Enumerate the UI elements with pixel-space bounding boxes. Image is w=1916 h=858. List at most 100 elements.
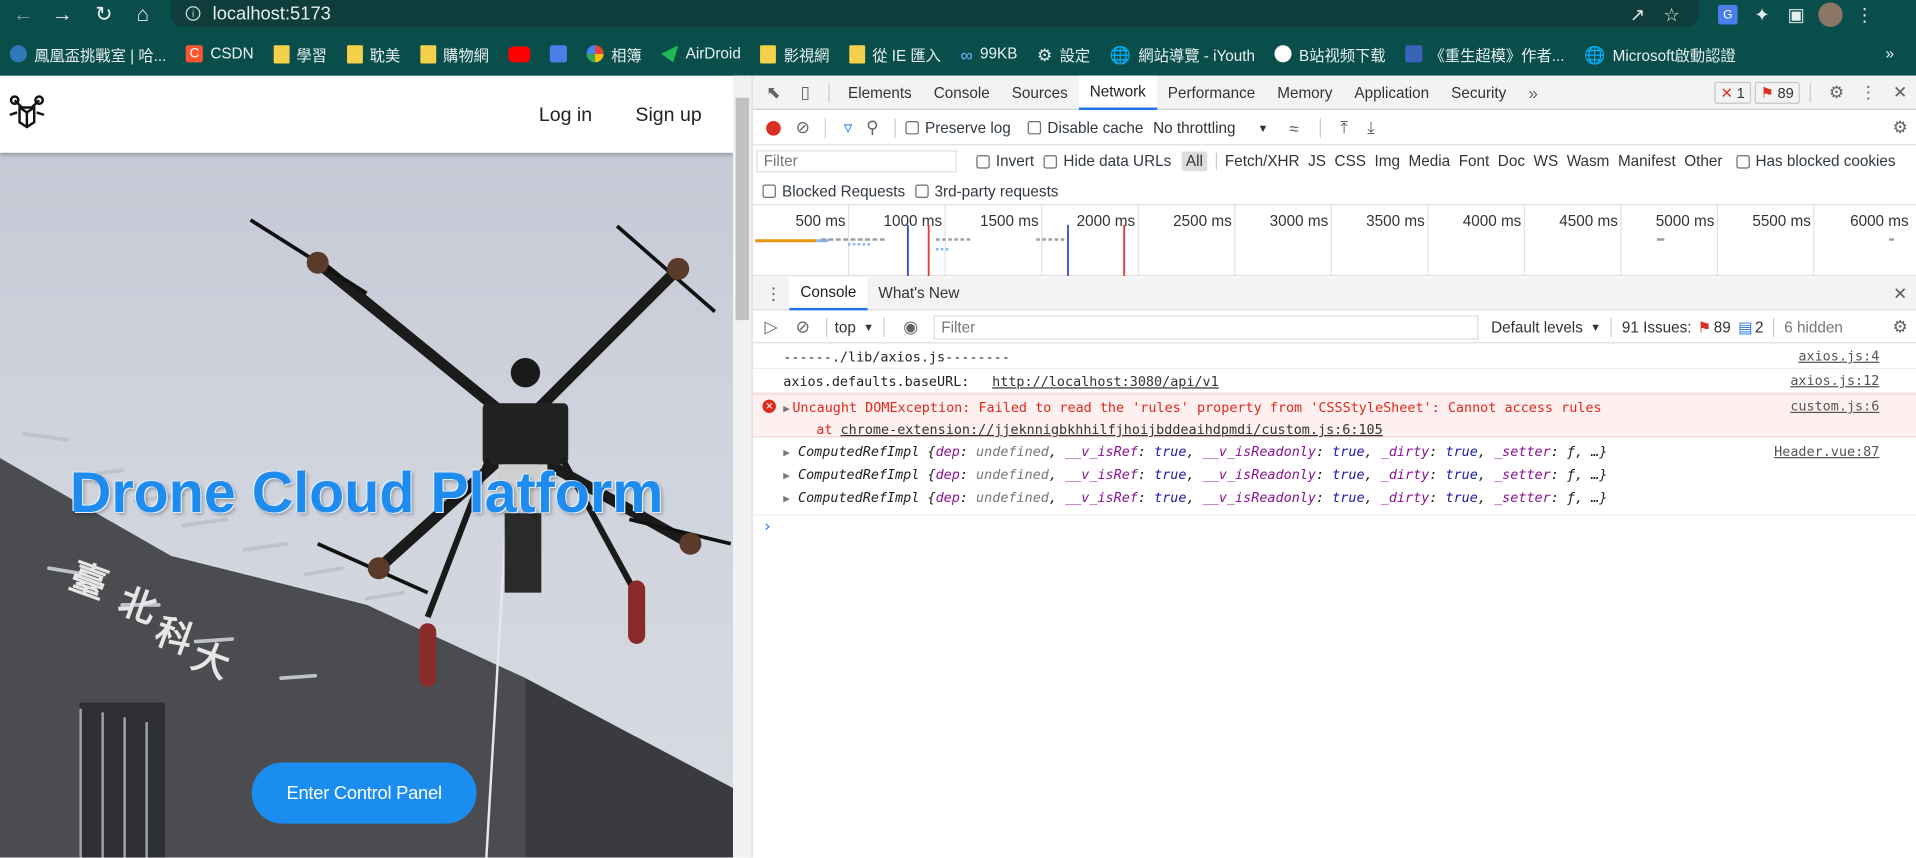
bookmark-item[interactable]: AirDroid [651, 40, 750, 67]
clear-icon[interactable]: ⊘ [791, 112, 815, 144]
expand-triangle-icon[interactable]: ▶ [783, 403, 790, 415]
more-tabs-icon[interactable]: » [1517, 76, 1549, 108]
error-count-badge[interactable]: ✕ 1 [1714, 81, 1751, 104]
tab-performance[interactable]: Performance [1157, 75, 1266, 109]
filter-icon[interactable]: ▿ [836, 112, 860, 144]
source-link[interactable]: Header.vue:87 [1774, 441, 1879, 462]
search-icon[interactable]: ⚲ [860, 112, 884, 144]
bookmark-item[interactable]: 🌐 網站導覽 - iYouth [1100, 40, 1265, 67]
console-filter-input[interactable]: Filter [933, 314, 1479, 340]
throttling-select[interactable]: No throttling ▼ [1153, 119, 1268, 136]
source-link[interactable]: axios.js:4 [1798, 346, 1879, 367]
translate-bookmark[interactable] [540, 40, 577, 67]
context-select[interactable]: top ▼ [835, 318, 874, 335]
disable-cache-checkbox[interactable]: Disable cache [1027, 119, 1143, 136]
invert-checkbox[interactable]: Invert [976, 153, 1034, 170]
console-prompt[interactable]: › [753, 516, 1916, 543]
log-levels-select[interactable]: Default levels ▼ [1491, 318, 1601, 335]
type-filter-fetch[interactable]: Fetch/XHR [1225, 153, 1300, 170]
source-link[interactable]: custom.js:6 [1790, 396, 1879, 417]
type-filter-font[interactable]: Font [1459, 153, 1490, 170]
bookmark-folder[interactable]: 學習 [263, 40, 336, 67]
device-toolbar-icon[interactable]: ▯ [789, 76, 821, 108]
console-settings-icon[interactable]: ⚙ [1884, 311, 1916, 343]
drone-logo-icon[interactable] [7, 93, 46, 132]
third-party-checkbox[interactable]: 3rd-party requests [914, 183, 1058, 200]
type-filter-other[interactable]: Other [1684, 153, 1722, 170]
drawer-tab-console[interactable]: Console [789, 276, 868, 310]
tab-elements[interactable]: Elements [837, 75, 923, 109]
tab-network[interactable]: Network [1078, 75, 1157, 110]
back-button[interactable]: ← [7, 0, 39, 29]
network-settings-icon[interactable]: ⚙ [1884, 112, 1916, 144]
issues-count-badge[interactable]: ⚑ 89 [1754, 81, 1800, 104]
devtools-menu-icon[interactable]: ⋮ [1852, 76, 1884, 108]
network-filter-input[interactable]: Filter [756, 150, 957, 173]
settings-gear-icon[interactable]: ⚙ [1821, 76, 1853, 108]
hide-data-urls-checkbox[interactable]: Hide data URLs [1043, 153, 1171, 170]
blocked-requests-checkbox[interactable]: Blocked Requests [762, 183, 905, 200]
star-icon[interactable]: ☆ [1655, 1, 1689, 28]
enter-control-panel-button[interactable]: Enter Control Panel [251, 762, 477, 824]
preserve-log-checkbox[interactable]: Preserve log [905, 119, 1011, 136]
has-blocked-cookies-checkbox[interactable]: Has blocked cookies [1735, 153, 1896, 170]
bookmark-item[interactable]: ⚙ 設定 [1027, 40, 1100, 67]
home-button[interactable]: ⌂ [127, 0, 159, 29]
type-filter-doc[interactable]: Doc [1498, 153, 1525, 170]
type-filter-manifest[interactable]: Manifest [1618, 153, 1676, 170]
tab-security[interactable]: Security [1440, 75, 1517, 109]
info-icon[interactable]: i [185, 6, 201, 21]
import-har-icon[interactable]: ⤒ [1331, 112, 1358, 144]
sidebar-toggle-icon[interactable]: ▷ [755, 311, 787, 343]
network-conditions-icon[interactable]: ≈ [1278, 112, 1310, 144]
tab-memory[interactable]: Memory [1266, 75, 1343, 109]
forward-button[interactable]: → [46, 0, 78, 29]
network-timeline-overview[interactable]: 500 ms 1000 ms 1500 ms 2000 ms 2500 ms 3… [752, 205, 1916, 277]
signup-link[interactable]: Sign up [635, 105, 701, 127]
extension-link[interactable]: chrome-extension://jjeknnigbkhhilfjhoijb… [841, 422, 1383, 438]
export-har-icon[interactable]: ⤓ [1358, 112, 1385, 144]
bookmark-item[interactable]: 相簿 [577, 40, 652, 67]
more-bookmarks-button[interactable]: » [1876, 40, 1904, 67]
type-filter-js[interactable]: JS [1308, 153, 1326, 170]
youtube-bookmark[interactable] [499, 40, 541, 67]
tab-sources[interactable]: Sources [1001, 75, 1079, 109]
source-link[interactable]: axios.js:12 [1790, 370, 1879, 391]
close-drawer-icon[interactable]: ✕ [1884, 277, 1916, 309]
type-filter-ws[interactable]: WS [1534, 153, 1559, 170]
record-icon[interactable] [766, 120, 781, 136]
type-filter-css[interactable]: CSS [1335, 153, 1366, 170]
type-filter-all[interactable]: All [1181, 151, 1208, 172]
type-filter-media[interactable]: Media [1409, 153, 1451, 170]
bookmark-item[interactable]: 🌐 Microsoft啟動認證 [1574, 40, 1745, 67]
close-devtools-icon[interactable]: ✕ [1884, 76, 1916, 108]
translate-extension-icon[interactable]: G [1711, 1, 1745, 28]
tab-console[interactable]: Console [923, 75, 1001, 109]
bookmark-folder[interactable]: 購物網 [410, 40, 499, 67]
bookmark-item[interactable]: ∞ 99KB [951, 40, 1027, 67]
type-filter-img[interactable]: Img [1375, 153, 1400, 170]
live-expression-eye-icon[interactable]: ◉ [895, 311, 927, 343]
bookmark-folder[interactable]: 耽美 [337, 40, 410, 67]
share-icon[interactable]: ↗ [1620, 1, 1654, 28]
bookmark-item[interactable]: C CSDN [176, 40, 263, 67]
issues-button[interactable]: 91 Issues: ⚑ 89 ▤ 2 [1622, 318, 1764, 336]
page-scrollbar-thumb[interactable] [735, 97, 750, 321]
drawer-tab-whats-new[interactable]: What's New [867, 277, 970, 310]
type-filter-wasm[interactable]: Wasm [1567, 153, 1610, 170]
bookmark-item[interactable]: B站视频下载 [1265, 40, 1396, 67]
object-row[interactable]: ▶ ComputedRefImpl {dep: undefined, __v_i… [783, 441, 1916, 464]
object-row[interactable]: ▶ ComputedRefImpl {dep: undefined, __v_i… [783, 488, 1916, 511]
tab-application[interactable]: Application [1343, 75, 1440, 109]
reload-button[interactable]: ↻ [88, 0, 120, 29]
bookmark-item[interactable]: 《重生超模》作者... [1395, 40, 1574, 67]
side-panel-icon[interactable]: ▣ [1779, 1, 1813, 28]
bookmark-item[interactable]: 鳳凰盃挑戰室 | 哈... [0, 40, 176, 67]
url-link[interactable]: http://localhost:3080/api/v1 [992, 374, 1219, 390]
bookmark-folder[interactable]: 影視網 [751, 40, 840, 67]
login-link[interactable]: Log in [539, 105, 592, 127]
profile-avatar[interactable] [1813, 1, 1847, 28]
address-bar[interactable]: i localhost:5173 [171, 0, 1699, 27]
clear-console-icon[interactable]: ⊘ [787, 311, 819, 343]
object-row[interactable]: ▶ ComputedRefImpl {dep: undefined, __v_i… [783, 464, 1916, 487]
